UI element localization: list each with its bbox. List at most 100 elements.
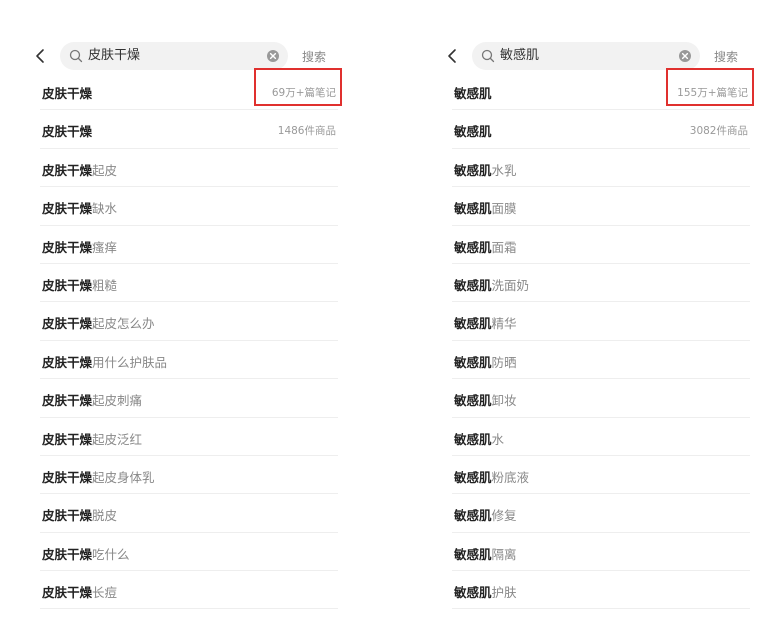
suggestion-keyword: 皮肤干燥 bbox=[42, 124, 93, 140]
suggestion-item[interactable]: 敏感肌卸妆 bbox=[452, 379, 750, 418]
suggestion-text: 皮肤干燥 bbox=[42, 83, 92, 102]
suggestion-keyword: 皮肤干燥 bbox=[42, 86, 93, 101]
suggestion-text: 敏感肌水乳 bbox=[454, 160, 517, 179]
suggestion-item[interactable]: 敏感肌 155万+篇笔记 bbox=[452, 68, 754, 111]
suggestion-text: 皮肤干燥起皮刺痛 bbox=[42, 390, 142, 409]
suggestion-text: 敏感肌面霜 bbox=[454, 237, 517, 256]
suggestion-keyword: 敏感肌 bbox=[454, 585, 492, 601]
suggestion-item[interactable]: 皮肤干燥 1486件商品 bbox=[40, 110, 338, 149]
suggestion-keyword: 敏感肌 bbox=[454, 124, 492, 140]
suggestion-keyword: 敏感肌 bbox=[454, 354, 492, 370]
suggestion-suffix: 面膜 bbox=[491, 201, 517, 217]
suggestion-keyword: 皮肤干燥 bbox=[42, 277, 93, 293]
chevron-left-icon bbox=[36, 49, 44, 63]
suggestion-item[interactable]: 敏感肌护肤 bbox=[452, 571, 750, 610]
magnifier-icon bbox=[481, 49, 495, 63]
suggestion-keyword: 敏感肌 bbox=[454, 508, 492, 524]
suggestion-count: 3082件商品 bbox=[689, 125, 748, 138]
suggestion-text: 敏感肌 bbox=[454, 83, 492, 102]
suggestion-keyword: 皮肤干燥 bbox=[42, 585, 93, 601]
suggestion-text: 敏感肌面膜 bbox=[454, 198, 517, 217]
suggestion-suffix: 起皮刺痛 bbox=[92, 393, 143, 409]
suggestion-item[interactable]: 皮肤干燥起皮身体乳 bbox=[40, 456, 338, 495]
suggestion-item[interactable]: 皮肤干燥吃什么 bbox=[40, 533, 338, 572]
suggestion-item[interactable]: 敏感肌水 bbox=[452, 418, 750, 456]
suggestion-item[interactable]: 敏感肌精华 bbox=[452, 302, 750, 341]
search-button[interactable]: 搜索 bbox=[302, 48, 326, 65]
suggestion-suffix: 粉底液 bbox=[491, 469, 530, 485]
suggestion-keyword: 敏感肌 bbox=[454, 393, 492, 409]
clear-circle-icon[interactable] bbox=[266, 49, 280, 63]
search-query: 皮肤干燥 bbox=[88, 48, 141, 63]
suggestion-item[interactable]: 敏感肌防晒 bbox=[452, 341, 750, 380]
search-input[interactable]: 敏感肌 bbox=[472, 42, 700, 70]
suggestion-suffix: 水 bbox=[491, 431, 505, 447]
suggestion-keyword: 敏感肌 bbox=[454, 316, 492, 332]
suggestion-count: 1486件商品 bbox=[277, 125, 336, 138]
search-button[interactable]: 搜索 bbox=[714, 48, 738, 65]
suggestion-list: 皮肤干燥 69万+篇笔记 皮肤干燥 1486件商品 皮肤干燥起皮 皮肤干燥缺水 皮肤干燥瘙痒… bbox=[40, 68, 342, 610]
suggestion-suffix: 起皮身体乳 bbox=[92, 469, 155, 485]
suggestion-item[interactable]: 敏感肌粉底液 bbox=[452, 456, 750, 495]
highlight-box bbox=[666, 68, 754, 106]
suggestion-suffix: 卸妆 bbox=[491, 393, 517, 409]
back-button[interactable] bbox=[446, 48, 458, 64]
suggestion-item[interactable]: 皮肤干燥长痘 bbox=[40, 571, 338, 610]
suggestion-keyword: 敏感肌 bbox=[454, 86, 492, 101]
suggestion-item[interactable]: 皮肤干燥缺水 bbox=[40, 187, 338, 226]
suggestion-keyword: 敏感肌 bbox=[454, 431, 492, 447]
suggestion-item[interactable]: 皮肤干燥起皮泛红 bbox=[40, 418, 338, 456]
suggestion-item[interactable]: 敏感肌面霜 bbox=[452, 226, 750, 264]
suggestion-keyword: 皮肤干燥 bbox=[42, 469, 93, 485]
back-button[interactable] bbox=[34, 48, 46, 64]
suggestion-suffix: 水乳 bbox=[491, 162, 517, 178]
search-input[interactable]: 皮肤干燥 bbox=[60, 42, 288, 70]
suggestion-suffix: 起皮怎么办 bbox=[92, 316, 155, 332]
search-query: 敏感肌 bbox=[500, 48, 540, 63]
suggestion-item[interactable]: 皮肤干燥用什么护肤品 bbox=[40, 341, 338, 380]
suggestion-keyword: 敏感肌 bbox=[454, 239, 492, 255]
suggestion-text: 皮肤干燥瘙痒 bbox=[42, 237, 117, 256]
suggestion-suffix: 瘙痒 bbox=[92, 239, 118, 255]
suggestion-keyword: 敏感肌 bbox=[454, 277, 492, 293]
suggestion-suffix: 起皮泛红 bbox=[92, 431, 143, 447]
suggestion-suffix: 洗面奶 bbox=[491, 277, 530, 293]
highlight-box bbox=[254, 68, 342, 106]
suggestion-keyword: 皮肤干燥 bbox=[42, 316, 93, 332]
suggestion-item[interactable]: 敏感肌水乳 bbox=[452, 149, 750, 188]
suggestion-item[interactable]: 皮肤干燥起皮 bbox=[40, 149, 338, 188]
suggestion-text: 皮肤干燥长痘 bbox=[42, 582, 117, 601]
suggestion-item[interactable]: 皮肤干燥起皮怎么办 bbox=[40, 302, 338, 341]
suggestion-item[interactable]: 敏感肌修复 bbox=[452, 494, 750, 533]
suggestion-item[interactable]: 敏感肌 3082件商品 bbox=[452, 110, 750, 149]
suggestion-list: 敏感肌 155万+篇笔记 敏感肌 3082件商品 敏感肌水乳 敏感肌面膜 敏感肌面霜 敏感肌洗… bbox=[452, 68, 754, 610]
suggestion-text: 皮肤干燥脱皮 bbox=[42, 505, 117, 524]
suggestion-item[interactable]: 皮肤干燥脱皮 bbox=[40, 494, 338, 533]
suggestion-keyword: 皮肤干燥 bbox=[42, 354, 93, 370]
suggestion-item[interactable]: 敏感肌洗面奶 bbox=[452, 264, 750, 303]
suggestion-text: 皮肤干燥粗糙 bbox=[42, 275, 117, 294]
suggestion-suffix: 吃什么 bbox=[92, 546, 130, 562]
suggestion-text: 皮肤干燥起皮 bbox=[42, 160, 117, 179]
suggestion-text: 敏感肌 bbox=[454, 121, 492, 140]
suggestion-suffix: 面霜 bbox=[491, 239, 517, 255]
suggestion-item[interactable]: 敏感肌隔离 bbox=[452, 533, 750, 572]
suggestion-item[interactable]: 敏感肌面膜 bbox=[452, 187, 750, 226]
suggestion-text: 皮肤干燥起皮身体乳 bbox=[42, 467, 155, 486]
suggestion-keyword: 皮肤干燥 bbox=[42, 162, 93, 178]
suggestion-item[interactable]: 皮肤干燥瘙痒 bbox=[40, 226, 338, 264]
suggestion-text: 敏感肌洗面奶 bbox=[454, 275, 529, 294]
suggestion-text: 敏感肌粉底液 bbox=[454, 467, 529, 486]
clear-circle-icon[interactable] bbox=[678, 49, 692, 63]
suggestion-suffix: 起皮 bbox=[92, 162, 118, 178]
magnifier-icon bbox=[69, 49, 83, 63]
suggestion-text: 敏感肌防晒 bbox=[454, 352, 517, 371]
suggestion-item[interactable]: 皮肤干燥 69万+篇笔记 bbox=[40, 68, 342, 111]
suggestion-suffix: 精华 bbox=[491, 316, 517, 332]
suggestion-item[interactable]: 皮肤干燥起皮刺痛 bbox=[40, 379, 338, 418]
suggestion-suffix: 长痘 bbox=[92, 585, 118, 601]
suggestion-item[interactable]: 皮肤干燥粗糙 bbox=[40, 264, 338, 303]
suggestion-suffix: 修复 bbox=[491, 508, 517, 524]
suggestion-text: 皮肤干燥 bbox=[42, 121, 92, 140]
suggestion-suffix: 防晒 bbox=[491, 354, 517, 370]
